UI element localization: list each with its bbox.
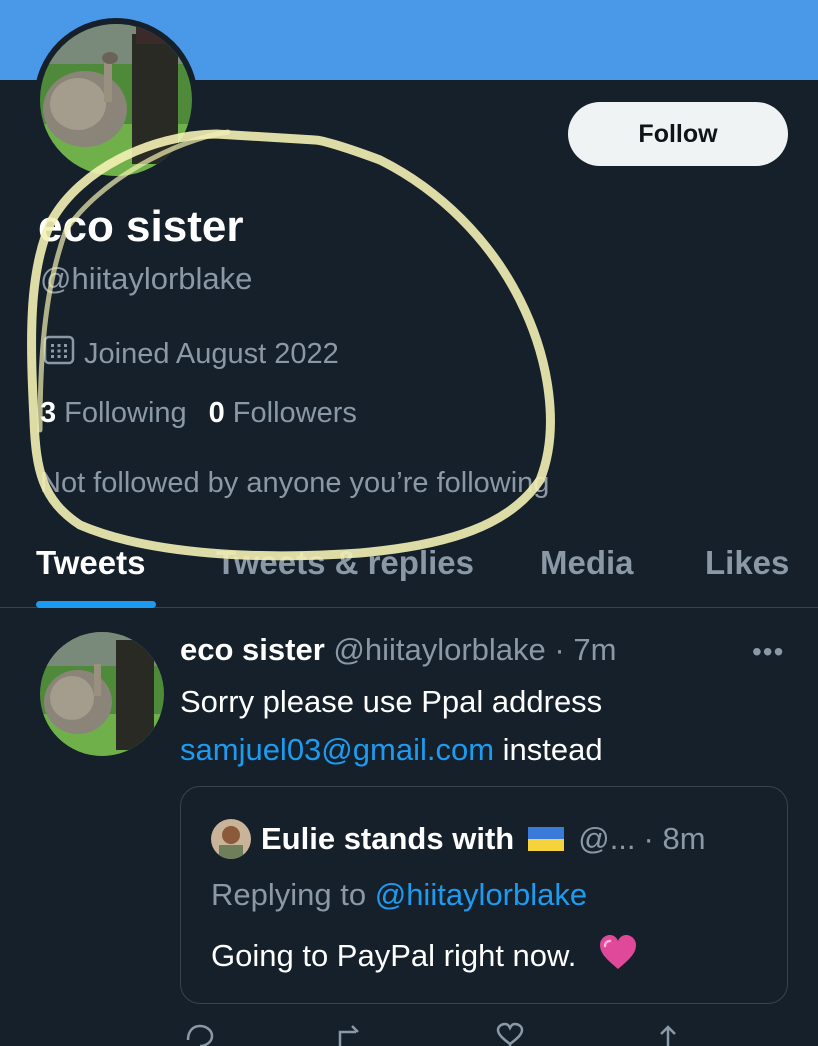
avatar-photo	[40, 632, 164, 756]
avatar-photo	[40, 24, 192, 176]
quote-text: Going to PayPal right now.	[211, 933, 638, 979]
tab-tweets[interactable]: Tweets	[36, 544, 145, 582]
quoted-tweet[interactable]: Eulie stands with @... · 8m Replying to …	[180, 786, 788, 1004]
quote-text-content: Going to PayPal right now.	[211, 938, 577, 973]
quote-header: Eulie stands with @... · 8m	[211, 819, 706, 859]
following-stat[interactable]: 3 Following	[40, 397, 187, 430]
follow-button[interactable]: Follow	[568, 102, 788, 166]
tweet-author-handle[interactable]: @hiitaylorblake	[333, 632, 545, 667]
avatar-photo	[211, 819, 251, 859]
calendar-icon	[42, 333, 76, 375]
tab-media[interactable]: Media	[540, 544, 634, 582]
following-count: 3	[40, 397, 57, 429]
following-label: Following	[64, 397, 187, 429]
share-icon[interactable]	[652, 1022, 684, 1046]
retweet-icon[interactable]	[334, 1022, 370, 1046]
quote-author-name[interactable]: Eulie stands with	[261, 821, 514, 857]
tweet-text: Sorry please use Ppal address samjuel03@…	[180, 678, 603, 774]
tweet-text-line2: samjuel03@gmail.com instead	[180, 726, 603, 774]
quote-author-handle[interactable]: @...	[578, 821, 635, 857]
replying-prefix: Replying to	[211, 877, 375, 912]
tab-tweets-replies[interactable]: Tweets & replies	[216, 544, 474, 582]
reply-icon[interactable]	[184, 1022, 216, 1046]
follow-stats: 3 Following 0 Followers	[40, 397, 357, 430]
replying-handle-link[interactable]: @hiitaylorblake	[375, 877, 587, 912]
quote-author-avatar	[211, 819, 251, 859]
tweet-author-name[interactable]: eco sister	[180, 632, 325, 667]
not-followed-notice: Not followed by anyone you’re following	[40, 467, 550, 499]
tab-likes[interactable]: Likes	[705, 544, 789, 582]
tweet-header: eco sister @hiitaylorblake · 7m	[180, 632, 616, 668]
replying-to: Replying to @hiitaylorblake	[211, 877, 587, 913]
profile-tabs: Tweets Tweets & replies Media Likes	[0, 540, 818, 608]
tweet-text-line1: Sorry please use Ppal address	[180, 684, 603, 719]
followers-count: 0	[208, 397, 225, 429]
tweet-author-avatar[interactable]	[40, 632, 164, 756]
quote-time: · 8m	[643, 821, 706, 856]
active-tab-indicator	[36, 601, 156, 608]
followers-label: Followers	[232, 397, 357, 429]
profile-avatar[interactable]	[34, 18, 198, 182]
tweet-email-link[interactable]: samjuel03@gmail.com	[180, 732, 494, 767]
joined-date: Joined August 2022	[42, 333, 339, 375]
tweet-text-suffix: instead	[494, 732, 603, 767]
ukraine-flag-icon	[528, 827, 565, 851]
followers-stat[interactable]: 0 Followers	[209, 397, 357, 430]
sparkling-heart-icon	[598, 933, 638, 979]
more-horizontal-icon[interactable]: •••	[752, 636, 784, 668]
profile-handle: @hiitaylorblake	[40, 261, 253, 296]
tweet-time[interactable]: 7m	[573, 632, 616, 667]
tweet-separator: ·	[554, 632, 565, 667]
profile-display-name: eco sister	[38, 202, 244, 251]
like-icon[interactable]	[494, 1022, 526, 1046]
joined-text: Joined August 2022	[84, 337, 339, 370]
